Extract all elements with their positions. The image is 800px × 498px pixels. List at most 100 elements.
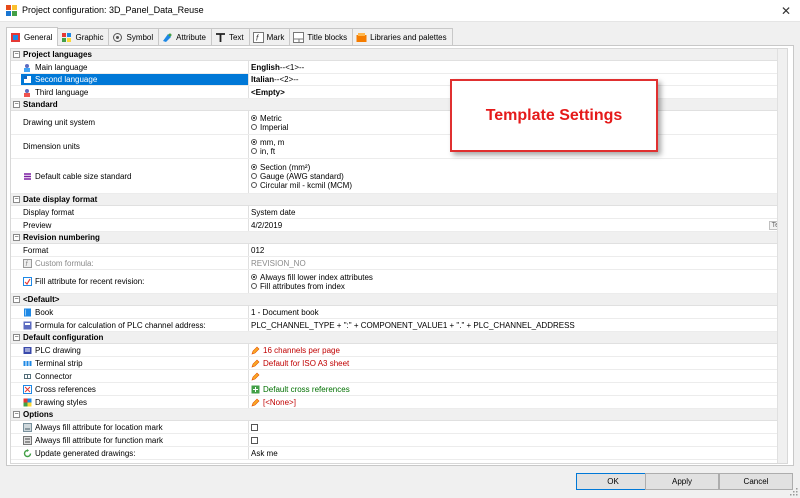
row-function-mark[interactable]: Always fill attribute for function mark <box>11 434 787 447</box>
close-icon[interactable]: ✕ <box>778 3 794 19</box>
radio-fill-from-index[interactable]: Fill attributes from index <box>251 282 345 291</box>
row-second-language[interactable]: Second language Italian --<2>-- ▼ <box>11 74 787 86</box>
radio-metric[interactable]: Metric <box>251 114 282 123</box>
collapse-icon[interactable]: − <box>13 334 20 341</box>
section-options[interactable]: − Options <box>11 409 787 421</box>
radio-button[interactable] <box>251 148 257 154</box>
pencil-config-icon <box>251 359 260 367</box>
ok-button[interactable]: OK <box>576 473 650 490</box>
collapse-icon[interactable]: − <box>13 234 20 241</box>
location-mark-icon <box>23 422 32 432</box>
row-value[interactable]: 1 - Document book <box>251 306 777 318</box>
radio-button[interactable] <box>251 173 257 179</box>
row-display-format[interactable]: Display format System date ▼ <box>11 206 787 219</box>
row-label: Always fill attribute for location mark <box>21 421 249 433</box>
radio-button[interactable] <box>251 139 257 145</box>
radio-imperial[interactable]: Imperial <box>251 123 288 132</box>
radio-button[interactable] <box>251 274 257 280</box>
row-value[interactable]: Ask me <box>251 447 777 459</box>
section-title: Date display format <box>23 195 98 204</box>
cancel-button[interactable]: Cancel <box>719 473 793 490</box>
radio-mm-m[interactable]: mm, m <box>251 138 284 147</box>
plc-formula-icon <box>23 321 32 329</box>
collapse-icon[interactable]: − <box>13 101 20 108</box>
row-value[interactable]: Default for ISO A3 sheet <box>251 357 777 369</box>
radio-group[interactable]: Section (mm²) Gauge (AWG standard) Circu… <box>251 159 777 193</box>
radio-button[interactable] <box>251 182 257 188</box>
row-main-language[interactable]: Main language English --<1>-- ▼ <box>11 61 787 74</box>
radio-group[interactable]: Always fill lower index attributes Fill … <box>251 270 777 293</box>
row-value[interactable]: 16 channels per page <box>251 344 777 356</box>
row-value[interactable]: [<None>] <box>251 396 777 408</box>
row-default-cable-size-standard[interactable]: Default cable size standard Section (mm²… <box>11 159 787 194</box>
section-default-configuration[interactable]: − Default configuration <box>11 332 787 344</box>
tab-label: Symbol <box>126 32 154 42</box>
radio-button[interactable] <box>251 115 257 121</box>
row-third-language[interactable]: Third language <Empty> ▼ <box>11 86 787 99</box>
tab-libraries-and-palettes[interactable]: Libraries and palettes <box>352 28 453 45</box>
row-fill-attribute[interactable]: Fill attribute for recent revision: Alwa… <box>11 270 787 294</box>
general-icon <box>11 32 20 42</box>
row-value[interactable]: System date <box>251 206 777 218</box>
radio-button[interactable] <box>251 164 257 170</box>
tab-attribute[interactable]: Attribute <box>158 28 212 45</box>
row-value[interactable] <box>251 370 777 382</box>
radio-always-fill-lower[interactable]: Always fill lower index attributes <box>251 273 373 282</box>
row-update-generated-drawings[interactable]: Update generated drawings: Ask me ▼ <box>11 447 787 460</box>
row-connector[interactable]: Connector ▼ <box>11 370 787 383</box>
mark-icon: f <box>252 31 264 43</box>
radio-button[interactable] <box>251 283 257 289</box>
collapse-icon[interactable]: − <box>13 51 20 58</box>
revision-icon <box>23 277 32 286</box>
row-value[interactable] <box>251 421 777 433</box>
apply-button[interactable]: Apply <box>645 473 719 490</box>
collapse-icon[interactable]: − <box>13 196 20 203</box>
app-icon <box>6 5 17 16</box>
tab-graphic[interactable]: Graphic <box>57 28 110 45</box>
tab-general[interactable]: General <box>6 27 59 46</box>
section-project-languages[interactable]: − Project languages <box>11 49 787 61</box>
row-plc-drawing[interactable]: PLC drawing 16 channels per page ▼ <box>11 344 787 357</box>
section-date-display-format[interactable]: − Date display format <box>11 194 787 206</box>
cable-icon <box>24 172 31 180</box>
vertical-scrollbar[interactable] <box>777 49 787 463</box>
radio-circular-mil[interactable]: Circular mil - kcmil (MCM) <box>251 181 352 190</box>
radio-button[interactable] <box>251 124 257 130</box>
row-label: Connector <box>21 370 249 382</box>
radio-gauge[interactable]: Gauge (AWG standard) <box>251 172 344 181</box>
resize-grip-icon[interactable] <box>790 488 798 496</box>
row-label: Second language <box>21 74 249 85</box>
tab-text[interactable]: Text <box>210 28 250 45</box>
row-label: Cross references <box>21 383 249 395</box>
row-terminal-strip[interactable]: Terminal strip Default for ISO A3 sheet … <box>11 357 787 370</box>
row-drawing-styles[interactable]: Drawing styles [<None>] ▼ <box>11 396 787 409</box>
row-label: Main language <box>21 61 249 73</box>
row-value[interactable]: 012 <box>251 244 777 256</box>
tab-symbol[interactable]: Symbol <box>108 28 160 45</box>
row-label: Preview <box>21 219 249 231</box>
row-value[interactable]: PLC_CHANNEL_TYPE + ":" + COMPONENT_VALUE… <box>251 319 777 331</box>
section-default[interactable]: − <Default> <box>11 294 787 306</box>
row-book[interactable]: Book 1 - Document book ▼ <box>11 306 787 319</box>
collapse-icon[interactable]: − <box>13 411 20 418</box>
tab-mark[interactable]: f Mark <box>248 28 291 45</box>
row-dimension-units[interactable]: Dimension units mm, m in, ft <box>11 135 787 159</box>
collapse-icon[interactable]: − <box>13 296 20 303</box>
section-revision-numbering[interactable]: − Revision numbering <box>11 232 787 244</box>
row-drawing-unit-system[interactable]: Drawing unit system Metric Imperial <box>11 111 787 135</box>
row-value[interactable]: English --<1>-- <box>251 61 777 73</box>
row-value[interactable] <box>251 434 777 446</box>
tab-title-blocks[interactable]: Title blocks <box>289 28 354 45</box>
function-mark-checkbox[interactable] <box>251 436 258 444</box>
radio-in-ft[interactable]: in, ft <box>251 147 275 156</box>
row-format[interactable]: Format 012 ▼ <box>11 244 787 257</box>
cross-references-config-icon <box>251 385 260 393</box>
section-standard[interactable]: − Standard <box>11 99 787 111</box>
row-location-mark[interactable]: Always fill attribute for location mark <box>11 421 787 434</box>
row-plc-formula[interactable]: Formula for calculation of PLC channel a… <box>11 319 787 332</box>
radio-section[interactable]: Section (mm²) <box>251 163 310 172</box>
row-value[interactable]: Default cross references <box>251 383 777 395</box>
location-mark-checkbox[interactable] <box>251 423 258 431</box>
row-label: Update generated drawings: <box>21 447 249 459</box>
row-cross-references[interactable]: Cross references Default cross reference… <box>11 383 787 396</box>
